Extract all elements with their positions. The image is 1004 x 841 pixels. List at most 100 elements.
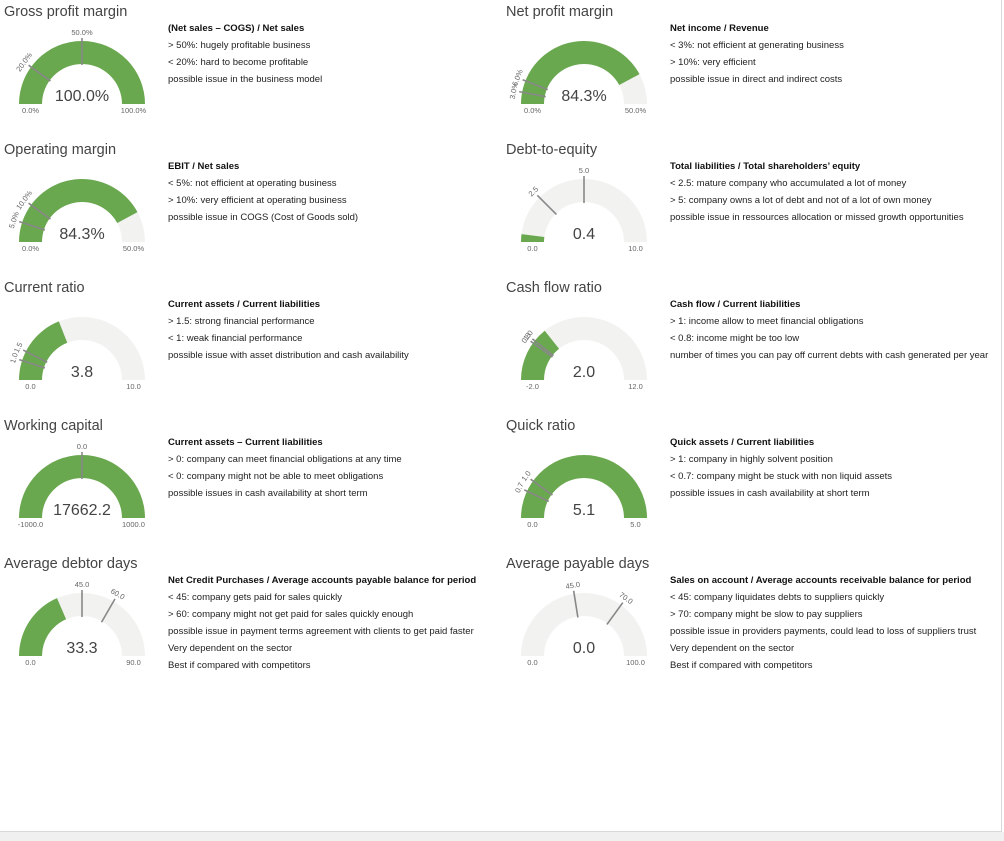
gauge-title: Current ratio xyxy=(4,280,85,296)
gauge-formula: Current assets – Current liabilities xyxy=(168,437,323,448)
gauge-value-label: 0.0 xyxy=(573,640,595,657)
gauge-threshold-label: 1.0 xyxy=(519,469,532,483)
gauge-note: < 20%: hard to become profitable xyxy=(168,57,309,68)
gauge-formula: Net income / Revenue xyxy=(670,23,769,34)
gauge-min-label: -1000.0 xyxy=(18,520,43,529)
gauge-note: possible issues in cash availability at … xyxy=(168,488,368,499)
gauge-threshold-label: 70.0 xyxy=(617,590,634,606)
gauge-threshold-label: 6.0% xyxy=(510,68,525,88)
gauge-panel: 45.0 60.0 33.3 0.0 90.0 Average debtor days Ne… xyxy=(0,552,500,690)
gauge-title: Operating margin xyxy=(4,142,117,158)
gauge-panel: 3.0% 6.0% 84.3% 0.0% 50.0% Net profit margin N… xyxy=(502,0,1002,138)
gauge-threshold-label: 45.0 xyxy=(565,580,581,591)
gauge-note: < 45: company liquidates debts to suppli… xyxy=(670,592,885,603)
gauge-note: < 0.7: company might be stuck with non l… xyxy=(670,471,893,482)
gauge-note: < 0.8: income might be too low xyxy=(670,333,800,344)
gauge-description: Current assets – Current liabilities > 0:… xyxy=(168,436,503,504)
gauge-formula: Cash flow / Current liabilities xyxy=(670,299,801,310)
gauge-description: Net Credit Purchases / Average accounts … xyxy=(168,574,503,676)
gauge-note: < 45: company gets paid for sales quickl… xyxy=(168,592,342,603)
gauge-threshold-label: 45.0 xyxy=(75,580,90,589)
gauge-max-label: 90.0 xyxy=(126,658,141,667)
gauge-description: Sales on account / Average accounts rece… xyxy=(670,574,1004,676)
gauge-value-label: 84.3% xyxy=(59,226,104,243)
gauge-title: Gross profit margin xyxy=(4,4,128,20)
gauge-formula: (Net sales – COGS) / Net sales xyxy=(168,23,305,34)
gauge-description: Cash flow / Current liabilities > 1: inco… xyxy=(670,298,1004,366)
gauge-min-label: -2.0 xyxy=(526,382,539,391)
gauge-value-label: 17662.2 xyxy=(53,502,111,519)
gauge-title: Working capital xyxy=(4,418,103,434)
gauge-description: Quick assets / Current liabilities > 1: c… xyxy=(670,436,1004,504)
gauge-max-label: 50.0% xyxy=(123,244,145,253)
gauge-threshold-label: 5.0% xyxy=(7,210,21,229)
gauge-min-label: 0.0 xyxy=(527,520,537,529)
gauge-panel: 5.0% 10.0% 84.3% 0.0% 50.0% Operating margin E… xyxy=(0,138,500,276)
gauge-title: Average payable days xyxy=(506,556,650,572)
gauge-title: Average debtor days xyxy=(4,556,138,572)
gauge-formula: Total liabilities / Total shareholders’ … xyxy=(670,161,861,172)
gauge-note: possible issue in COGS (Cost of Goods so… xyxy=(168,212,359,223)
gauge-note: < 5%: not efficient at operating busines… xyxy=(168,178,337,189)
gauge-note: possible issue in providers payments, co… xyxy=(670,626,977,637)
gauge-max-label: 50.0% xyxy=(625,106,647,115)
gauge-note: > 50%: hugely profitable business xyxy=(168,40,311,51)
gauge-note: possible issue in ressources allocation … xyxy=(670,212,964,223)
gauge-threshold-label: 0.7 xyxy=(513,481,526,494)
gauge-note: Best if compared with competitors xyxy=(670,660,813,671)
gauge-panel: 1.0 1.5 3.8 0.0 10.0 Current ratio Current ass… xyxy=(0,276,500,414)
gauge-note: < 0: company might not be able to meet o… xyxy=(168,471,384,482)
gauge-min-label: 0.0% xyxy=(524,106,541,115)
gauge-note: < 2.5: mature company who accumulated a … xyxy=(670,178,907,189)
gauge-formula: Net Credit Purchases / Average accounts … xyxy=(168,575,477,586)
gauge-description: Total liabilities / Total shareholders’ … xyxy=(670,160,1004,228)
gauge-max-label: 10.0 xyxy=(126,382,141,391)
gauge-note: > 1.5: strong financial performance xyxy=(168,316,315,327)
gauge-min-label: 0.0% xyxy=(22,106,39,115)
gauge-note: > 1: company in highly solvent position xyxy=(670,454,833,465)
gauge-description: Net income / Revenue < 3%: not efficient … xyxy=(670,22,1004,90)
bottom-scroll-area xyxy=(0,832,1004,841)
gauge-note: possible issue in the business model xyxy=(168,74,323,85)
gauge-max-label: 10.0 xyxy=(628,244,643,253)
gauge-description: EBIT / Net sales < 5%: not efficient at o… xyxy=(168,160,503,228)
gauge-note: < 3%: not efficient at generating busine… xyxy=(670,40,844,51)
gauge-panel: 2.5 5.0 0.4 0.0 10.0 Debt-to-equity Total liab… xyxy=(502,138,1002,276)
gauge-threshold-label: 50.0% xyxy=(71,28,93,37)
gauge-note: < 1: weak financial performance xyxy=(168,333,303,344)
gauge-formula: Sales on account / Average accounts rece… xyxy=(670,575,972,586)
gauge-max-label: 100.0% xyxy=(121,106,147,115)
gauge-panel: 0.7 1.0 5.1 0.0 5.0 Quick ratio Quick assets /… xyxy=(502,414,1002,552)
gauge-threshold-label: 0.0 xyxy=(77,442,87,451)
gauge-formula: EBIT / Net sales xyxy=(168,161,240,172)
gauge-value-label: 33.3 xyxy=(66,640,97,657)
gauge-value-label: 5.1 xyxy=(573,502,595,519)
gauge-note: Very dependent on the sector xyxy=(168,643,293,654)
gauge-note: > 0: company can meet financial obligati… xyxy=(168,454,402,465)
gauge-max-label: 12.0 xyxy=(628,382,643,391)
gauge-value-label: 100.0% xyxy=(55,88,109,105)
gauge-note: possible issue with asset distribution a… xyxy=(168,350,409,361)
gauge-note: > 10%: very efficient xyxy=(670,57,756,68)
gauge-min-label: 0.0% xyxy=(22,244,39,253)
gauge-note: > 1: income allow to meet financial obli… xyxy=(670,316,864,327)
gauge-note: possible issue in payment terms agreemen… xyxy=(168,626,474,637)
gauge-description: Current assets / Current liabilities > 1.… xyxy=(168,298,503,366)
gauge-min-label: 0.0 xyxy=(25,382,35,391)
gauge-note: number of times you can pay off current … xyxy=(670,350,989,361)
gauge-value-label: 84.3% xyxy=(561,88,606,105)
gauge-value-label: 2.0 xyxy=(573,364,595,381)
gauge-title: Net profit margin xyxy=(506,4,614,20)
gauge-panel: 0.8 1.0 2.0 -2.0 12.0 Cash flow ratio Cash flo… xyxy=(502,276,1002,414)
gauge-note: > 10%: very efficient at operating busin… xyxy=(168,195,347,206)
gauge-threshold-label: 5.0 xyxy=(579,166,589,175)
gauge-title: Quick ratio xyxy=(506,418,576,434)
gauge-note: > 5: company owns a lot of debt and not … xyxy=(670,195,932,206)
gauge-formula: Quick assets / Current liabilities xyxy=(670,437,815,448)
gauge-description: (Net sales – COGS) / Net sales > 50%: hug… xyxy=(168,22,503,90)
gauge-note: possible issue in direct and indirect co… xyxy=(670,74,843,85)
gauge-grid: 20.0% 50.0% 100.0% 0.0% 100.0% Gross profit m… xyxy=(0,0,1004,700)
gauge-note: Best if compared with competitors xyxy=(168,660,311,671)
gauge-min-label: 0.0 xyxy=(527,244,537,253)
gauge-formula: Current assets / Current liabilities xyxy=(168,299,321,310)
